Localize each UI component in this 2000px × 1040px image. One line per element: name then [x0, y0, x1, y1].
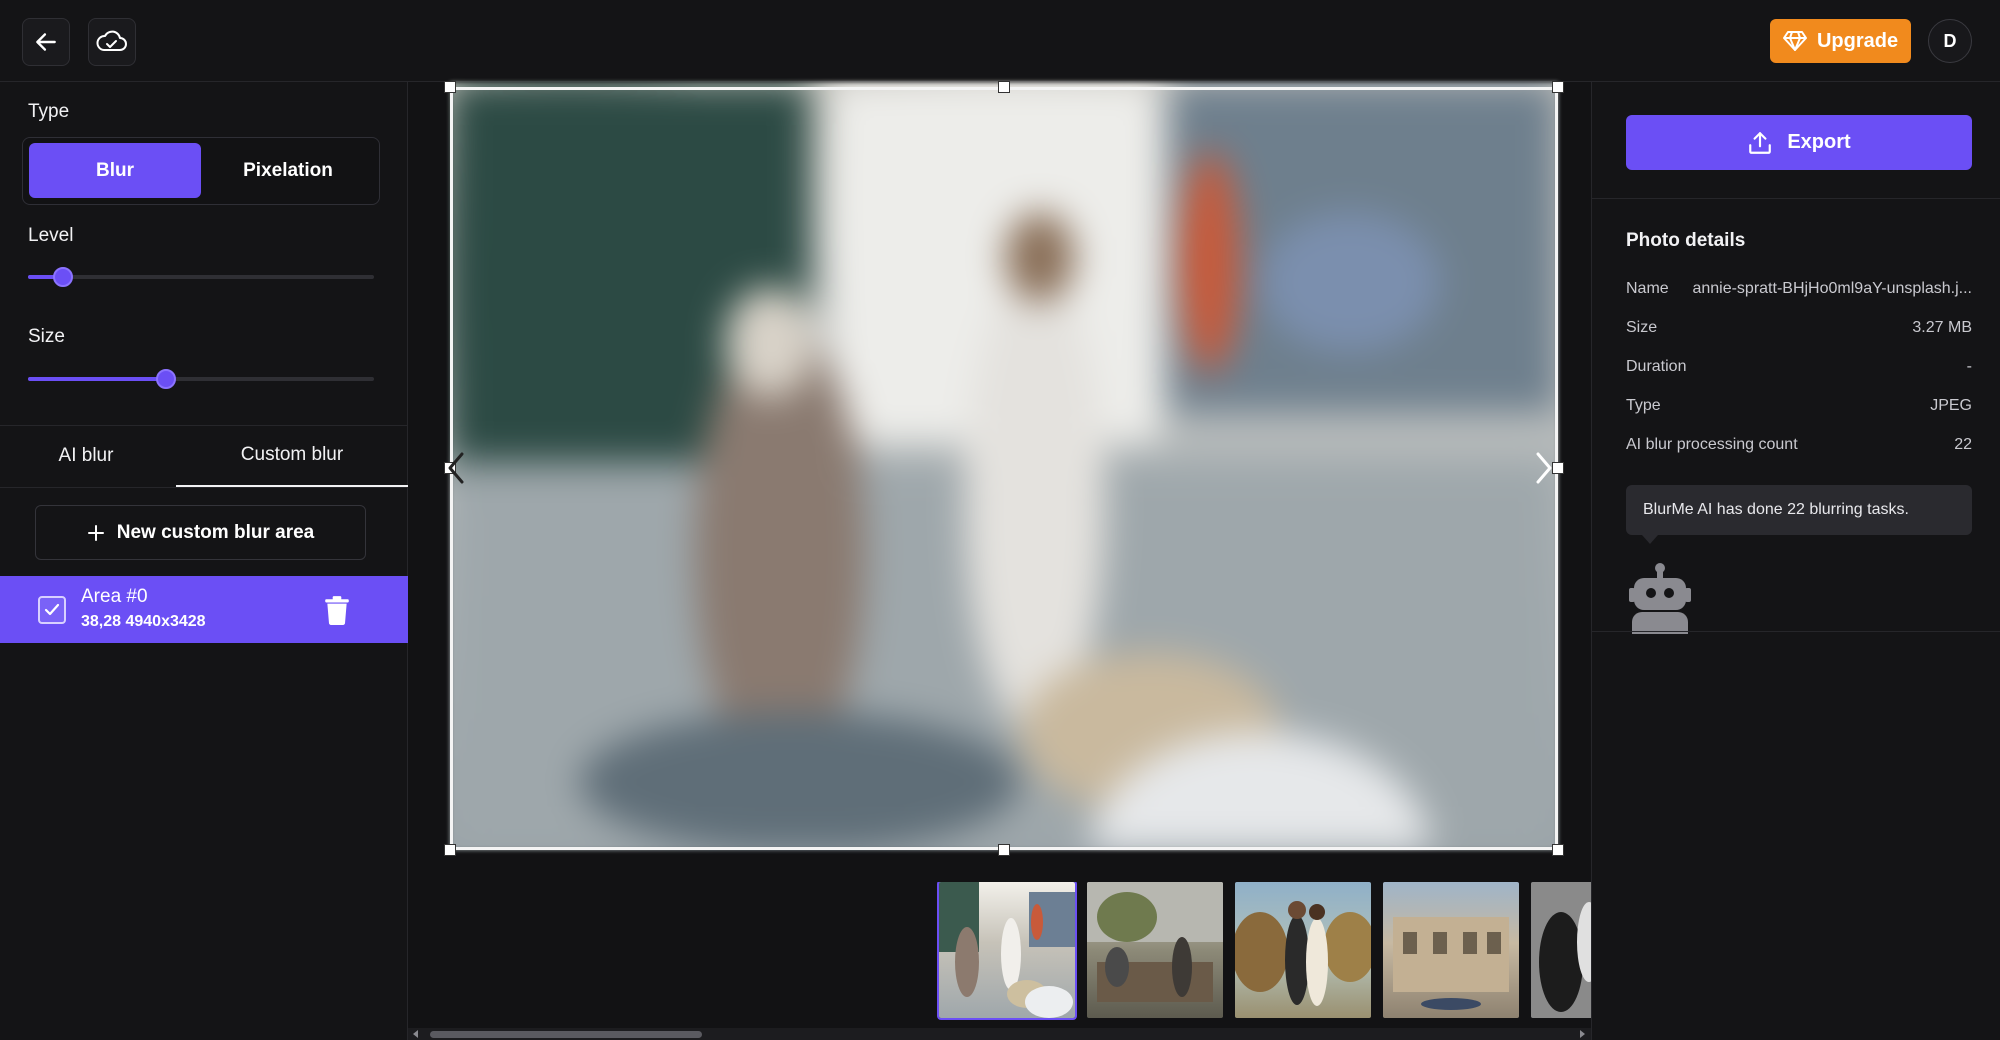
pixelation-option[interactable]: Pixelation: [202, 143, 374, 198]
detail-label: Name: [1626, 280, 1669, 297]
area-dimensions: 38,28 4940x3428: [81, 613, 206, 630]
type-toggle: Blur Pixelation: [22, 137, 380, 205]
thumbnail-1[interactable]: [937, 882, 1077, 1020]
thumbnail-2[interactable]: [1087, 882, 1223, 1018]
crop-handle-bottom[interactable]: [998, 844, 1010, 856]
size-slider-fill: [28, 377, 167, 381]
thumbnail-image: [939, 882, 1075, 1018]
divider: [1592, 198, 2000, 199]
thumbnail-3[interactable]: [1235, 882, 1371, 1018]
detail-value: 22: [1954, 436, 1972, 453]
diamond-icon: [1782, 31, 1807, 51]
tab-ai-blur[interactable]: AI blur: [0, 425, 172, 487]
cloud-sync-button[interactable]: [88, 18, 136, 66]
thumbnail-image: [1235, 901, 1371, 1006]
export-button[interactable]: Export: [1626, 115, 1972, 170]
crop-handle-top-left[interactable]: [444, 81, 456, 93]
blur-option[interactable]: Blur: [29, 143, 201, 198]
cloud-check-icon: [96, 30, 127, 51]
thumbnail-4[interactable]: [1383, 882, 1519, 1018]
level-slider[interactable]: [28, 267, 374, 287]
detail-label: Size: [1626, 319, 1658, 336]
detail-row-name: Name annie-spratt-BHjHo0ml9aY-unsplash.j…: [1626, 280, 1972, 298]
divider: [0, 487, 408, 488]
thumbnail-strip: [930, 882, 1591, 1020]
back-button[interactable]: [22, 18, 70, 66]
scrollbar-thumb[interactable]: [430, 1031, 702, 1038]
thumbnail-5[interactable]: [1531, 882, 1591, 1018]
new-area-label: New custom blur area: [116, 521, 315, 543]
check-icon: [44, 603, 60, 616]
detail-value: JPEG: [1930, 397, 1972, 414]
crop-handle-top-right[interactable]: [1552, 81, 1564, 93]
avatar[interactable]: D: [1928, 19, 1972, 63]
detail-row-type: Type JPEG: [1626, 397, 1972, 415]
divider: [1592, 631, 2000, 632]
detail-value: annie-spratt-BHjHo0ml9aY-unsplash.j...: [1692, 280, 1972, 297]
area-checkbox[interactable]: [38, 596, 66, 624]
horizontal-scrollbar[interactable]: [408, 1028, 1591, 1040]
thumbnail-image: [1393, 917, 1509, 1010]
editor-canvas: [408, 81, 1591, 1040]
thumbnail-image: [1087, 882, 1223, 1002]
chevron-left-icon[interactable]: [444, 450, 468, 486]
chevron-right-icon[interactable]: [1532, 450, 1556, 486]
photo-details-title: Photo details: [1626, 230, 1746, 251]
trash-icon[interactable]: [324, 595, 350, 625]
blur-mode-tabs: AI blur Custom blur: [0, 425, 408, 487]
crop-handle-bottom-left[interactable]: [444, 844, 456, 856]
area-name: Area #0: [81, 586, 148, 607]
detail-row-ai-count: AI blur processing count 22: [1626, 436, 1972, 454]
size-label: Size: [28, 326, 65, 347]
detail-value: -: [1966, 358, 1972, 375]
blurred-photo[interactable]: [450, 82, 1558, 850]
level-label: Level: [28, 225, 74, 246]
new-custom-blur-area-button[interactable]: New custom blur area: [35, 505, 366, 560]
crop-handle-top[interactable]: [998, 81, 1010, 93]
thumbnail-image: [1531, 882, 1591, 1018]
detail-label: Duration: [1626, 358, 1687, 375]
plus-icon: [87, 524, 104, 541]
size-slider[interactable]: [28, 369, 374, 389]
scroll-left-icon[interactable]: [412, 1030, 420, 1038]
detail-label: AI blur processing count: [1626, 436, 1798, 453]
upload-icon: [1749, 131, 1772, 154]
bubble-tail: [1642, 535, 1658, 544]
ai-status-bubble: BlurMe AI has done 22 blurring tasks.: [1626, 485, 1972, 535]
size-slider-thumb[interactable]: [156, 369, 177, 389]
export-label: Export: [1787, 131, 1851, 153]
robot-icon: [1629, 563, 1691, 634]
detail-row-duration: Duration -: [1626, 358, 1972, 376]
crop-handle-bottom-right[interactable]: [1552, 844, 1564, 856]
arrow-left-icon: [36, 33, 56, 51]
tab-custom-blur[interactable]: Custom blur: [176, 425, 408, 487]
upgrade-button[interactable]: Upgrade: [1770, 19, 1911, 63]
photo-scene: [450, 82, 1558, 850]
level-slider-thumb[interactable]: [52, 267, 73, 287]
scroll-right-icon[interactable]: [1578, 1030, 1586, 1038]
detail-label: Type: [1626, 397, 1661, 414]
right-panel: Export Photo details Name annie-spratt-B…: [1591, 82, 2000, 1040]
top-bar: Upgrade D: [0, 0, 2000, 82]
detail-value: 3.27 MB: [1912, 319, 1972, 336]
left-panel: Type Blur Pixelation Level Size AI blur …: [0, 82, 408, 1040]
list-item[interactable]: Area #0 38,28 4940x3428: [0, 576, 408, 643]
detail-row-size: Size 3.27 MB: [1626, 319, 1972, 337]
upgrade-label: Upgrade: [1816, 29, 1899, 52]
type-label: Type: [28, 101, 70, 122]
